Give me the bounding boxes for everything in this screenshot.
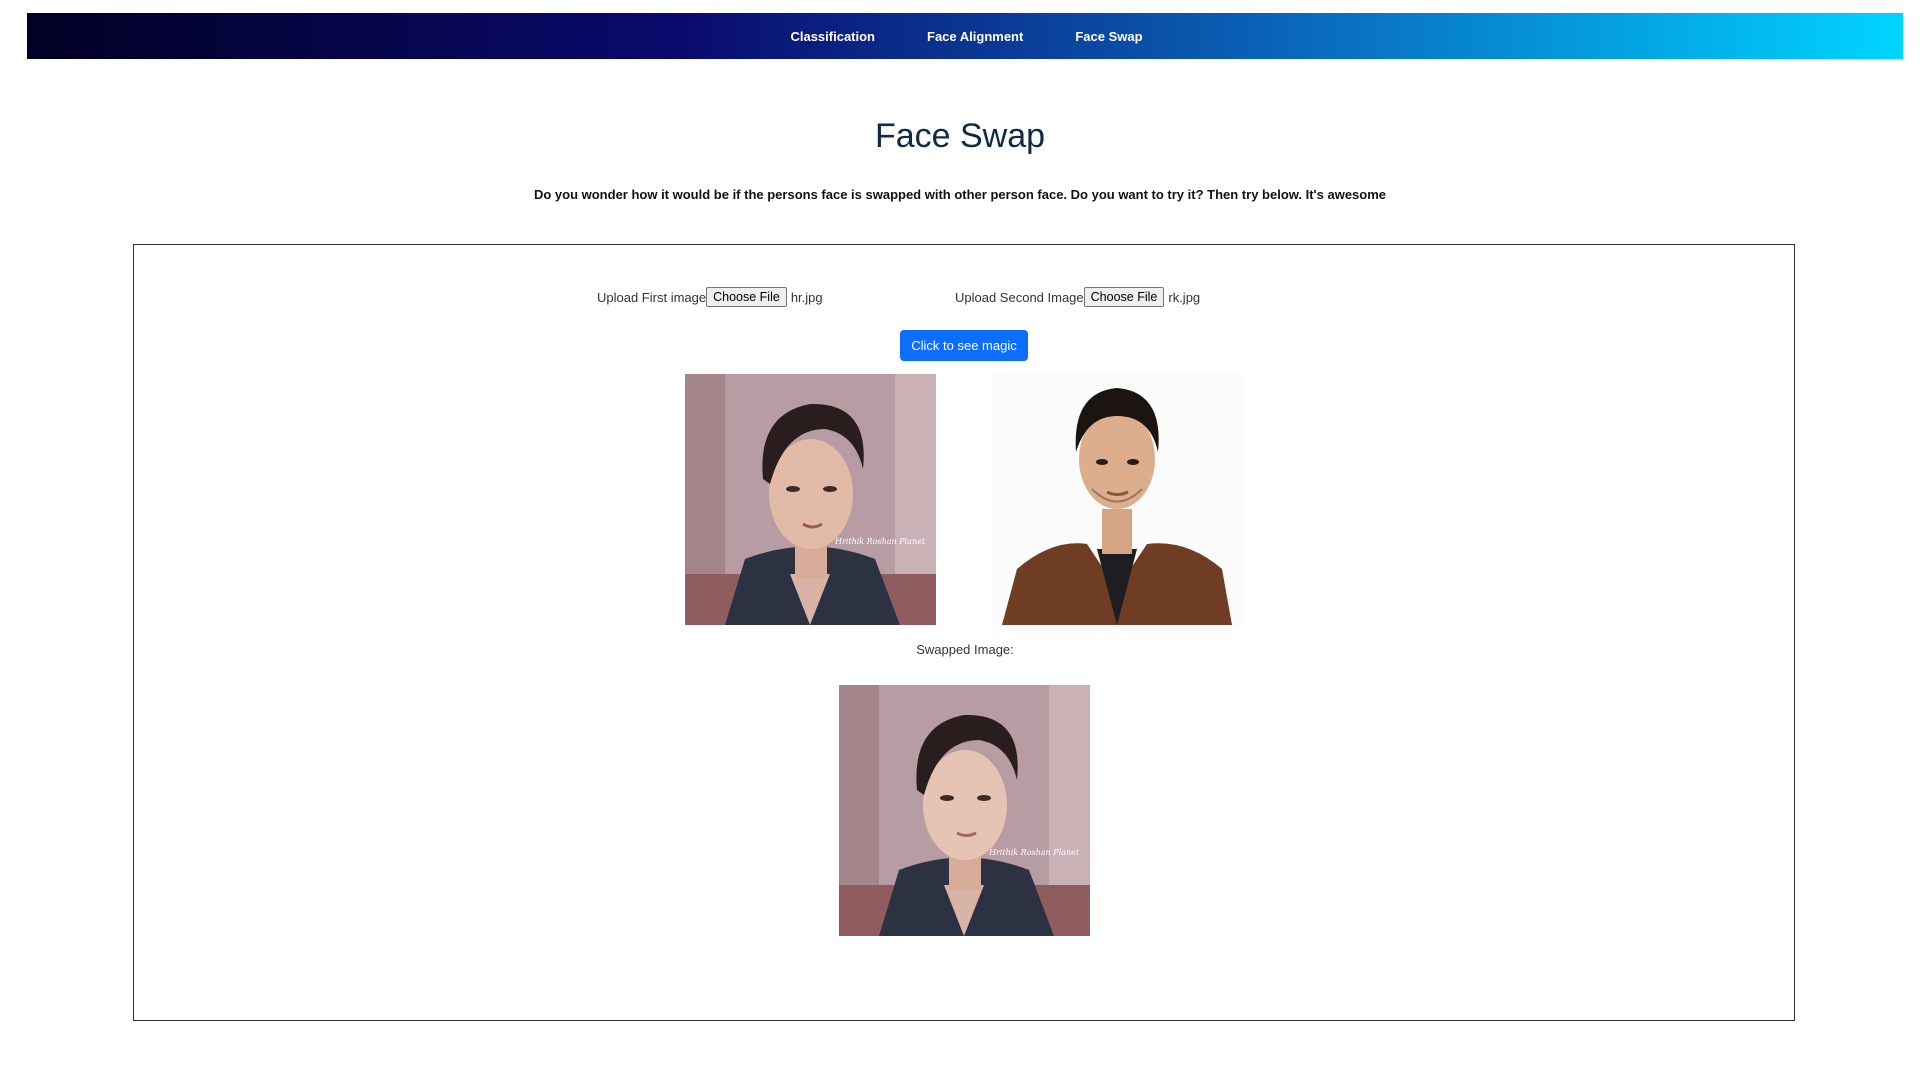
- upload-first-image-label: Upload First image: [597, 289, 707, 305]
- top-navbar: Classification Face Alignment Face Swap: [27, 13, 1903, 59]
- upload-first-image-group: Upload First image Choose File hr.jpg: [597, 287, 823, 307]
- second-file-name: rk.jpg: [1168, 289, 1201, 305]
- first-image-preview: Hrithik Roshan Planet: [685, 374, 936, 625]
- see-magic-button[interactable]: Click to see magic: [900, 330, 1028, 361]
- page-subtitle: Do you wonder how it would be if the per…: [533, 187, 1387, 202]
- nav-link-face-alignment[interactable]: Face Alignment: [927, 29, 1023, 44]
- svg-text:Hrithik Roshan Planet: Hrithik Roshan Planet: [988, 848, 1080, 857]
- upload-second-image-group: Upload Second Image Choose File rk.jpg: [955, 287, 1200, 307]
- nav-link-classification[interactable]: Classification: [790, 29, 875, 44]
- swapped-image-preview: Hrithik Roshan Planet: [839, 685, 1090, 936]
- choose-file-first-button[interactable]: Choose File: [706, 287, 787, 307]
- upload-second-image-label: Upload Second Image: [955, 289, 1084, 305]
- choose-file-second-button[interactable]: Choose File: [1083, 287, 1165, 307]
- svg-text:Hrithik Roshan Planet: Hrithik Roshan Planet: [834, 537, 926, 546]
- page-title: Face Swap: [874, 117, 1046, 155]
- first-file-name: hr.jpg: [790, 289, 823, 305]
- second-image-preview: [992, 374, 1243, 625]
- nav-link-face-swap[interactable]: Face Swap: [1075, 29, 1142, 44]
- swapped-image-label: Swapped Image:: [916, 642, 1014, 657]
- nav-links: Classification Face Alignment Face Swap: [764, 29, 1168, 44]
- face-swap-panel: Upload First image Choose File hr.jpg Up…: [133, 244, 1795, 1021]
